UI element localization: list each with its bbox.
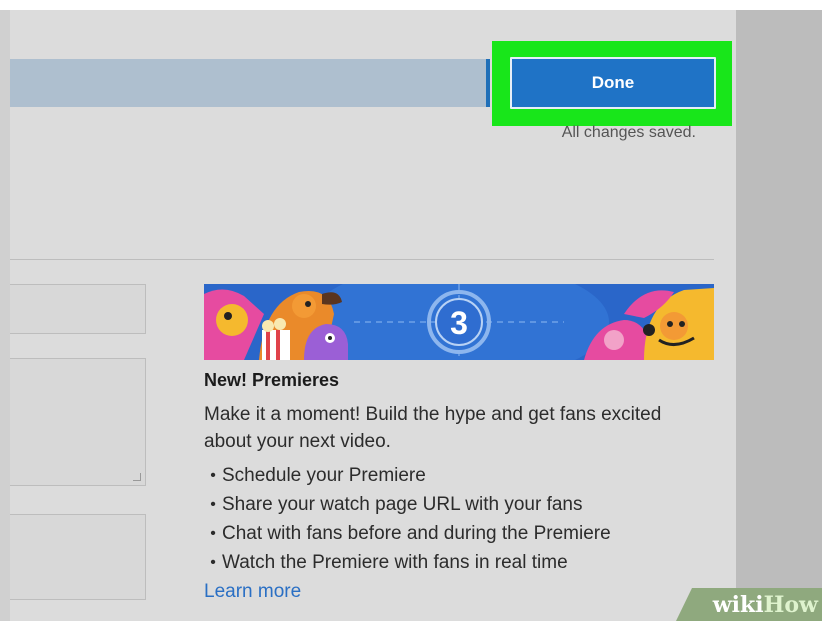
bullet-icon: • <box>210 496 216 513</box>
list-item: • Share your watch page URL with your fan… <box>204 490 714 519</box>
bullet-icon: • <box>210 554 216 571</box>
done-button[interactable]: Done <box>510 57 716 109</box>
watermark-part-2: How <box>763 591 818 618</box>
frame-top <box>0 0 822 10</box>
list-item-text: Watch the Premiere with fans in real tim… <box>222 552 568 573</box>
bullet-icon: • <box>210 467 216 484</box>
list-item: • Chat with fans before and during the Pr… <box>204 519 714 548</box>
list-item-text: Chat with fans before and during the Pre… <box>222 523 611 544</box>
list-item-text: Share your watch page URL with your fans <box>222 494 583 515</box>
premieres-banner: 3 <box>204 284 714 360</box>
tags-field[interactable] <box>10 514 146 600</box>
list-item: • Watch the Premiere with fans in real ti… <box>204 548 714 577</box>
page-background <box>736 10 822 621</box>
countdown-number: 3 <box>450 305 468 341</box>
description-field[interactable] <box>10 358 146 486</box>
learn-more-link[interactable]: Learn more <box>204 581 301 603</box>
promo-title: New! Premieres <box>204 370 340 390</box>
upload-progress-bar <box>10 59 486 107</box>
resize-handle-icon[interactable] <box>133 473 141 481</box>
promo-feature-list: • Schedule your Premiere • Share your watc… <box>204 461 714 577</box>
screen: Done All changes saved. 3 New! Premieres… <box>0 0 822 621</box>
list-item: • Schedule your Premiere <box>204 461 714 490</box>
save-status-text: All changes saved. <box>561 124 696 141</box>
watermark-part-1: wiki <box>712 591 764 618</box>
title-field[interactable] <box>10 284 146 334</box>
wikihow-watermark: wiki How <box>676 588 822 621</box>
premieres-promo: 3 New! Premieres Make it a moment! Build… <box>204 284 714 603</box>
promo-description: Make it a moment! Build the hype and get… <box>204 404 662 452</box>
list-item-text: Schedule your Premiere <box>222 465 426 486</box>
section-divider <box>10 259 714 260</box>
upload-progress-edge <box>486 59 490 107</box>
bullet-icon: • <box>210 525 216 542</box>
premieres-illustration: 3 <box>204 284 714 360</box>
